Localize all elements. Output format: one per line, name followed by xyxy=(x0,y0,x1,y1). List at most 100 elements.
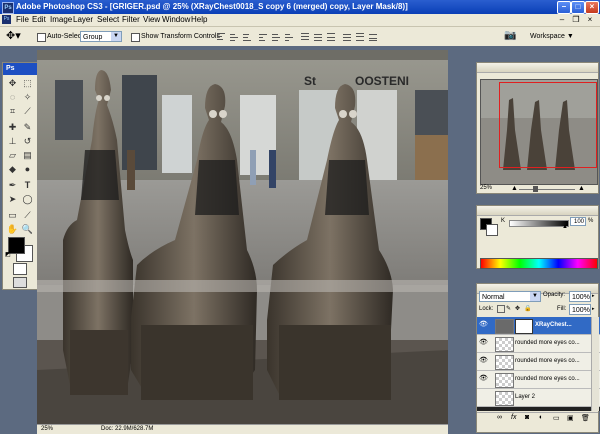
pen-tool-icon[interactable]: ✒ xyxy=(6,179,19,192)
zoom-out-icon[interactable]: ▲ xyxy=(511,185,518,193)
opacity-arrow-icon[interactable]: ▸ xyxy=(592,293,595,299)
new-group-icon[interactable]: ▭ xyxy=(553,414,560,422)
fill-field[interactable]: 100% xyxy=(569,304,591,315)
lasso-tool-icon[interactable]: ◌ xyxy=(6,91,19,104)
magic-wand-icon[interactable]: ✧ xyxy=(21,91,34,104)
visibility-eye-icon[interactable]: 👁 xyxy=(479,339,488,347)
align-right-icon[interactable] xyxy=(284,32,294,41)
align-hcenter-icon[interactable] xyxy=(271,32,281,41)
navigator-zoom-slider[interactable] xyxy=(519,189,575,190)
navigator-zoom-value[interactable]: 25% xyxy=(480,185,492,191)
delete-layer-icon[interactable]: 🗑 xyxy=(581,414,590,422)
layer-name[interactable]: rounded more eyes co... xyxy=(515,335,580,352)
path-selection-icon[interactable]: ➤ xyxy=(6,193,19,206)
color-tabs[interactable] xyxy=(477,206,598,216)
hand-tool-icon[interactable]: ✋ xyxy=(6,223,19,236)
fill-arrow-icon[interactable]: ▸ xyxy=(592,306,595,312)
navigator-tabs[interactable] xyxy=(477,63,598,73)
layer-name[interactable]: rounded more eyes co... xyxy=(515,371,580,388)
lock-pixels-icon[interactable]: ✎ xyxy=(506,305,511,312)
layer-name[interactable]: XRayChest... xyxy=(535,317,572,334)
move-tool-preset-icon[interactable]: ✥▾ xyxy=(6,30,21,42)
move-tool-icon[interactable]: ✥ xyxy=(6,77,19,90)
navigator-slider-thumb[interactable] xyxy=(533,186,538,192)
menu-layer[interactable]: Layer xyxy=(73,14,93,26)
blur-tool-icon[interactable]: ◆ xyxy=(6,163,19,176)
screen-mode-icon[interactable] xyxy=(13,277,27,288)
shape-tool-icon[interactable]: ◯ xyxy=(21,193,34,206)
menu-image[interactable]: Image xyxy=(50,14,72,26)
eyedropper-icon[interactable]: ⟋ xyxy=(21,209,34,222)
distribute-bottom-icon[interactable] xyxy=(326,32,336,41)
navigator-thumbnail[interactable] xyxy=(480,79,598,185)
close-button[interactable]: × xyxy=(585,1,599,14)
layer-name[interactable]: rounded more eyes co... xyxy=(515,353,580,370)
type-tool-icon[interactable]: T xyxy=(21,179,34,192)
default-colors-icon[interactable]: ◩ xyxy=(5,251,11,258)
visibility-eye-icon[interactable] xyxy=(479,393,487,401)
layer-row[interactable]: 👁 rounded more eyes co... xyxy=(477,371,600,389)
k-slider[interactable] xyxy=(509,220,569,227)
new-layer-icon[interactable]: ▣ xyxy=(567,414,574,422)
menu-select[interactable]: Select xyxy=(97,14,119,26)
minimize-button[interactable]: – xyxy=(557,1,571,14)
k-slider-thumb[interactable]: ▲ xyxy=(562,224,568,230)
distribute-vcenter-icon[interactable] xyxy=(313,32,323,41)
distribute-hcenter-icon[interactable] xyxy=(355,32,365,41)
zoom-in-icon[interactable]: ▲ xyxy=(578,185,585,193)
blend-mode-dropdown[interactable]: Normal ▼ xyxy=(479,291,541,302)
history-brush-icon[interactable]: ↺ xyxy=(21,135,34,148)
canvas[interactable]: St OOSTENI xyxy=(37,50,448,424)
auto-select-dropdown[interactable]: Group ▼ xyxy=(80,31,122,42)
dodge-tool-icon[interactable]: ● xyxy=(21,163,34,176)
menu-edit[interactable]: Edit xyxy=(32,14,46,26)
eraser-tool-icon[interactable]: ▱ xyxy=(6,149,19,162)
show-transform-checkbox[interactable] xyxy=(131,33,140,42)
align-top-icon[interactable] xyxy=(216,32,226,41)
camera-icon[interactable]: 📷 xyxy=(504,30,516,42)
color-bg-swatch[interactable] xyxy=(486,224,498,236)
layer-row[interactable]: Layer 2 xyxy=(477,389,600,407)
layer-mask-thumbnail[interactable] xyxy=(515,319,533,334)
align-vcenter-icon[interactable] xyxy=(229,32,239,41)
distribute-right-icon[interactable] xyxy=(368,32,378,41)
quick-mask-icon[interactable] xyxy=(13,263,27,275)
visibility-eye-icon[interactable]: 👁 xyxy=(479,357,488,365)
layer-row[interactable]: 👁 XRayChest... xyxy=(477,317,600,335)
align-left-icon[interactable] xyxy=(258,32,268,41)
layers-scrollbar[interactable] xyxy=(591,317,599,411)
layer-row[interactable]: 👁 rounded more eyes co... xyxy=(477,353,600,371)
gradient-tool-icon[interactable]: ▤ xyxy=(21,149,34,162)
maximize-button[interactable]: □ xyxy=(571,1,585,14)
menu-filter[interactable]: Filter xyxy=(122,14,140,26)
align-bottom-icon[interactable] xyxy=(242,32,252,41)
menu-view[interactable]: View xyxy=(143,14,160,26)
doc-minimize-button[interactable]: – xyxy=(556,15,568,24)
color-spectrum-bar[interactable] xyxy=(480,258,598,269)
auto-select-checkbox[interactable] xyxy=(37,33,46,42)
slice-tool-icon[interactable]: ⟋ xyxy=(21,105,34,118)
layer-row[interactable]: 👁 rounded more eyes co... xyxy=(477,335,600,353)
visibility-eye-icon[interactable]: 👁 xyxy=(479,375,488,383)
zoom-tool-icon[interactable]: 🔍 xyxy=(21,223,34,236)
distribute-top-icon[interactable] xyxy=(300,32,310,41)
clone-stamp-icon[interactable]: ⊥ xyxy=(6,135,19,148)
lock-position-icon[interactable]: ✥ xyxy=(515,305,520,312)
notes-tool-icon[interactable]: ▭ xyxy=(6,209,19,222)
layer-style-icon[interactable]: fx xyxy=(511,414,516,421)
layer-name[interactable]: Layer 2 xyxy=(515,389,535,406)
doc-restore-button[interactable]: ❐ xyxy=(570,15,582,24)
doc-close-button[interactable]: × xyxy=(584,15,596,24)
menu-file[interactable]: File xyxy=(16,14,29,26)
photoshop-menu-icon[interactable]: Ps xyxy=(2,15,11,24)
add-mask-icon[interactable]: ◙ xyxy=(525,414,529,421)
brush-tool-icon[interactable]: ✎ xyxy=(21,121,34,134)
link-layers-icon[interactable]: ∞ xyxy=(497,414,502,421)
k-value-field[interactable]: 100 xyxy=(570,217,586,226)
opacity-field[interactable]: 100% xyxy=(569,291,591,302)
navigator-view-box[interactable] xyxy=(499,82,597,168)
menu-help[interactable]: Help xyxy=(191,14,207,26)
distribute-left-icon[interactable] xyxy=(342,32,352,41)
adjustment-layer-icon[interactable]: ◐ xyxy=(539,414,543,421)
menu-window[interactable]: Window xyxy=(162,14,190,26)
